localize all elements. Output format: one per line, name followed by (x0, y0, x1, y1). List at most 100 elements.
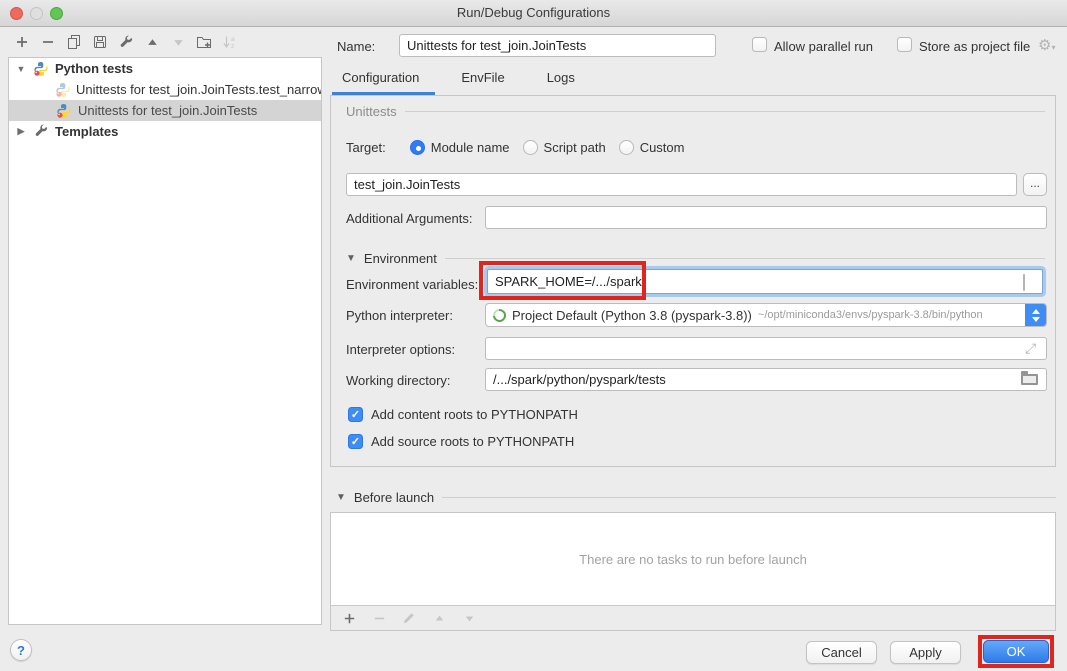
module-name-radio-label: Module name (431, 140, 510, 155)
environment-variables-label: Environment variables: (346, 277, 478, 292)
tree-item-jointests-selected[interactable]: Unittests for test_join.JoinTests (9, 100, 321, 121)
add-source-roots-checkbox[interactable]: ✓ (348, 434, 363, 449)
sort-configurations-button (221, 33, 239, 51)
environment-variables-input[interactable] (487, 269, 1043, 294)
tab-logs[interactable]: Logs (541, 66, 581, 94)
before-launch-toolbar (331, 606, 1055, 630)
interpreter-dropdown-stepper-icon[interactable] (1025, 303, 1046, 327)
working-directory-input[interactable] (485, 368, 1047, 391)
move-task-up-button (430, 609, 448, 627)
add-source-roots-label: Add source roots to PYTHONPATH (371, 434, 574, 449)
before-launch-empty-text: There are no tasks to run before launch (579, 552, 807, 567)
section-divider (405, 111, 1045, 112)
tree-item-python-tests[interactable]: ▼ Python tests (9, 58, 321, 79)
store-options-gear-icon[interactable]: ⚙▾ (1038, 36, 1055, 54)
title-bar: Run/Debug Configurations (0, 0, 1067, 27)
before-launch-task-list[interactable]: There are no tasks to run before launch (331, 513, 1055, 606)
name-label: Name: (337, 39, 375, 54)
edit-templates-button[interactable] (117, 33, 135, 51)
collapse-environment-icon[interactable]: ▼ (346, 253, 356, 264)
custom-radio-label: Custom (640, 140, 685, 155)
add-source-roots-row: ✓ Add source roots to PYTHONPATH (348, 434, 574, 449)
edit-task-button (400, 609, 418, 627)
additional-arguments-input[interactable] (485, 206, 1047, 229)
move-task-down-button (460, 609, 478, 627)
script-path-radio[interactable] (523, 140, 538, 155)
interpreter-path: ~/opt/miniconda3/envs/pyspark-3.8/bin/py… (758, 309, 983, 321)
tree-item-label: Unittests for test_join.JoinTests.test_n… (76, 82, 321, 97)
configurations-tree: ▼ Python tests Unittests for test_join.J… (8, 57, 322, 625)
copy-configuration-button[interactable] (65, 33, 83, 51)
unittests-section-header: Unittests (346, 104, 1045, 119)
before-launch-label: Before launch (354, 490, 434, 505)
tab-envfile[interactable]: EnvFile (455, 66, 510, 94)
expander-open-icon[interactable]: ▼ (15, 64, 27, 74)
tree-item-templates[interactable]: ▶ Templates (9, 121, 321, 142)
store-as-project-file-label: Store as project file (919, 39, 1030, 54)
additional-arguments-label: Additional Arguments: (346, 211, 472, 226)
browse-folder-icon[interactable] (1021, 374, 1038, 385)
remove-configuration-button[interactable] (39, 33, 57, 51)
expander-closed-icon[interactable]: ▶ (15, 126, 27, 137)
add-content-roots-label: Add content roots to PYTHONPATH (371, 407, 578, 422)
target-option-module-name[interactable]: Module name (410, 140, 510, 155)
window-title: Run/Debug Configurations (0, 5, 1067, 20)
cancel-button[interactable]: Cancel (806, 641, 877, 664)
python-tests-icon (32, 60, 50, 78)
templates-wrench-icon (32, 123, 50, 141)
configurations-toolbar (13, 33, 239, 51)
save-configuration-button[interactable] (91, 33, 109, 51)
interpreter-options-input[interactable] (485, 337, 1047, 360)
ok-button[interactable]: OK (983, 640, 1049, 663)
configuration-panel: Unittests Target: Module name Script pat… (330, 95, 1056, 467)
section-divider (442, 497, 1056, 498)
config-tabs: Configuration EnvFile Logs (336, 66, 581, 94)
remove-task-button (370, 609, 388, 627)
target-option-script-path[interactable]: Script path (523, 140, 606, 155)
python-test-icon (55, 81, 71, 99)
target-label: Target: (346, 140, 386, 155)
allow-parallel-run-label: Allow parallel run (774, 39, 873, 54)
before-launch-panel: There are no tasks to run before launch (330, 512, 1056, 631)
target-option-custom[interactable]: Custom (619, 140, 685, 155)
unittests-section-label: Unittests (346, 104, 397, 119)
name-input[interactable] (399, 34, 716, 57)
collapse-before-launch-icon[interactable]: ▼ (336, 492, 346, 503)
move-up-button[interactable] (143, 33, 161, 51)
expand-field-icon[interactable]: ⤢ (1025, 340, 1036, 357)
browse-module-button[interactable]: ... (1023, 173, 1047, 196)
add-task-button[interactable] (340, 609, 358, 627)
working-directory-label: Working directory: (346, 373, 451, 388)
module-name-radio[interactable] (410, 140, 425, 155)
store-as-project-file-checkbox[interactable] (897, 37, 912, 52)
python-interpreter-select[interactable]: Project Default (Python 3.8 (pyspark-3.8… (485, 303, 1047, 327)
add-configuration-button[interactable] (13, 33, 31, 51)
add-content-roots-checkbox[interactable]: ✓ (348, 407, 363, 422)
target-row: Target: Module name Script path Custom (346, 140, 697, 155)
apply-button[interactable]: Apply (890, 641, 961, 664)
module-name-input[interactable] (346, 173, 1017, 196)
help-button[interactable]: ? (10, 639, 32, 661)
create-folder-button[interactable] (195, 33, 213, 51)
section-divider (445, 258, 1045, 259)
tree-item-label: Templates (55, 124, 118, 139)
tab-configuration[interactable]: Configuration (336, 66, 425, 94)
tree-item-label: Unittests for test_join.JoinTests (78, 103, 257, 118)
tree-item-test-narrow[interactable]: Unittests for test_join.JoinTests.test_n… (9, 79, 321, 100)
environment-section-header: ▼ Environment (346, 251, 1045, 266)
run-debug-configurations-dialog: Run/Debug Configurations ▼ Python tests … (0, 0, 1067, 671)
add-content-roots-row: ✓ Add content roots to PYTHONPATH (348, 407, 578, 422)
edit-environment-variables-icon[interactable] (1023, 275, 1025, 290)
custom-radio[interactable] (619, 140, 634, 155)
allow-parallel-run-checkbox[interactable] (752, 37, 767, 52)
move-down-button (169, 33, 187, 51)
environment-section-label: Environment (364, 251, 437, 266)
python-interpreter-label: Python interpreter: (346, 308, 453, 323)
before-launch-header: ▼ Before launch (336, 490, 1056, 505)
tree-item-label: Python tests (55, 61, 133, 76)
python-test-icon (55, 102, 73, 120)
script-path-radio-label: Script path (544, 140, 606, 155)
interpreter-value: Project Default (Python 3.8 (pyspark-3.8… (512, 308, 752, 323)
conda-environment-icon (490, 306, 508, 324)
interpreter-options-label: Interpreter options: (346, 342, 455, 357)
